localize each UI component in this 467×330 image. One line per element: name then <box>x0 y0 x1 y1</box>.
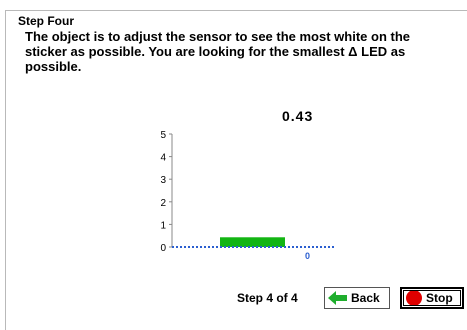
stop-button[interactable]: Stop <box>400 287 464 309</box>
delta-led-chart: 0 1 2 3 4 5 0 <box>160 130 335 261</box>
y-tick-label: 4 <box>160 153 166 164</box>
step-indicator: Step 4 of 4 <box>237 291 298 305</box>
instructions-text: The object is to adjust the sensor to se… <box>25 29 410 74</box>
delta-led-bar <box>220 237 285 247</box>
back-button-label: Back <box>351 291 380 305</box>
stop-button-label: Stop <box>426 291 453 305</box>
left-arrow-icon <box>328 291 348 305</box>
y-tick-label: 0 <box>160 243 166 254</box>
stop-circle-icon <box>405 289 423 307</box>
delta-led-readout: 0.43 <box>282 108 314 124</box>
back-button[interactable]: Back <box>324 287 390 309</box>
y-tick-label: 2 <box>160 198 166 209</box>
y-tick-label: 3 <box>160 175 166 186</box>
baseline-label: 0 <box>305 251 310 261</box>
group-title: Step Four <box>15 14 77 28</box>
y-tick-label: 1 <box>160 220 166 231</box>
y-tick-label: 5 <box>160 130 166 141</box>
